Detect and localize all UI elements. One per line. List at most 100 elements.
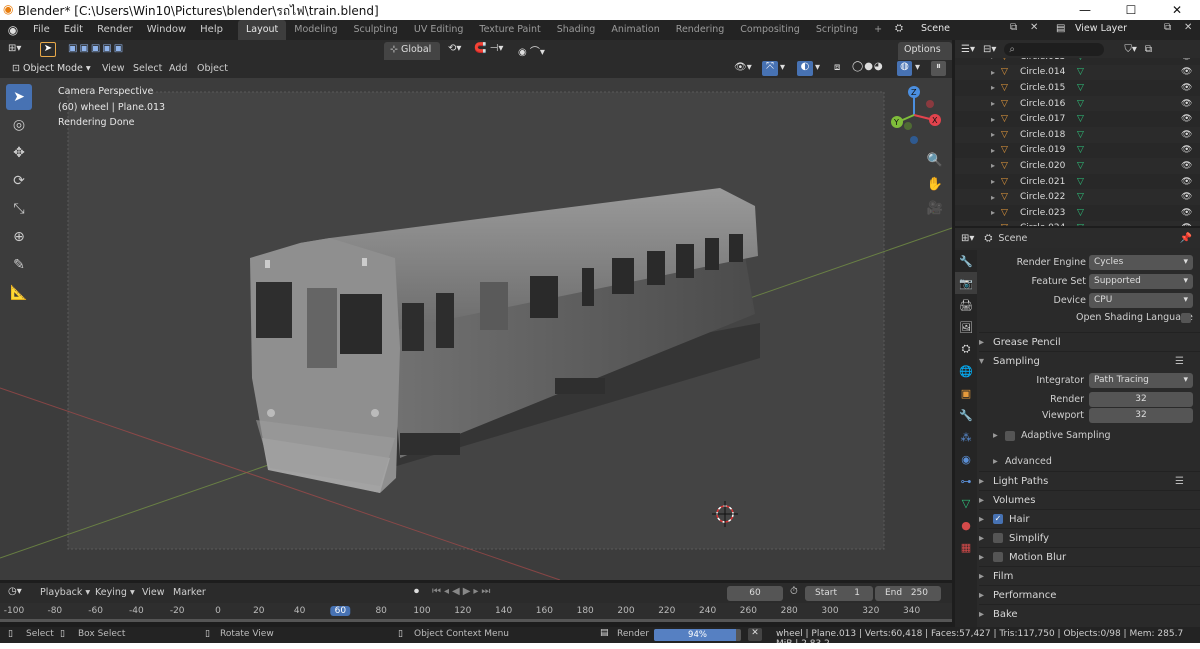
tab-sculpting[interactable]: Sculpting <box>345 20 405 40</box>
new-collection-icon[interactable]: ⧉ <box>1145 44 1152 55</box>
outliner-item[interactable]: ▸ ▽ Circle.013 ▽ 👁 <box>955 58 1200 65</box>
expand-arrow-icon[interactable]: ▸ <box>991 68 995 77</box>
blender-menu-icon[interactable]: ◉ <box>0 23 26 37</box>
outliner-item[interactable]: ▸ ▽ Circle.019 ▽ 👁 <box>955 142 1200 159</box>
properties-editor-icon[interactable]: ⊞▾ <box>961 233 974 244</box>
delete-scene-icon[interactable]: ✕ <box>1030 22 1038 33</box>
stopwatch-icon[interactable]: ⏱ <box>790 586 798 597</box>
eye-icon[interactable]: 👁 <box>1181 130 1192 140</box>
hair-checkbox[interactable]: ✓ <box>993 514 1003 524</box>
display-mode-icon[interactable]: ⊟▾ <box>983 44 996 55</box>
data-tab-icon[interactable]: ▽ <box>955 492 977 514</box>
gizmo-dropdown-icon[interactable]: ▾ <box>780 62 785 73</box>
osl-checkbox[interactable] <box>1181 313 1191 323</box>
outliner-item[interactable]: ▸ ▽ Circle.017 ▽ 👁 <box>955 111 1200 127</box>
eye-icon[interactable]: 👁 <box>1181 177 1192 187</box>
material-tab-icon[interactable]: ● <box>955 514 977 536</box>
timeline-menu-marker[interactable]: Marker <box>173 587 206 598</box>
expand-arrow-icon[interactable]: ▸ <box>991 193 995 202</box>
record-icon[interactable]: ⏺ <box>414 586 419 597</box>
modifier-tab-icon[interactable]: 🔧 <box>955 404 977 426</box>
select-tool-icon[interactable]: ➤ <box>40 42 56 57</box>
transform-tool-icon[interactable]: ⊕ <box>6 224 32 250</box>
sampling-panel[interactable]: ▾ Sampling ☰ <box>979 351 1200 370</box>
presets-icon[interactable]: ☰ <box>1175 356 1184 367</box>
pivot-icon[interactable]: ⟲▾ <box>448 43 461 54</box>
navigation-gizmo[interactable]: Z X Y <box>884 82 948 146</box>
menu-window[interactable]: Window <box>140 20 193 40</box>
rendered-shading-icon[interactable]: ◍ <box>897 61 912 76</box>
outliner-item[interactable]: ▸ ▽ Circle.021 ▽ 👁 <box>955 173 1200 190</box>
xray-icon[interactable]: ⧈ <box>834 62 840 73</box>
tab-uv-editing[interactable]: UV Editing <box>406 20 472 40</box>
advanced-subpanel[interactable]: ▸ Advanced <box>979 452 1200 471</box>
tab-shading[interactable]: Shading <box>549 20 604 40</box>
current-frame-field[interactable]: 60 <box>727 586 783 601</box>
viewport-menu-add[interactable]: Add <box>169 63 187 74</box>
move-tool-icon[interactable]: ✥ <box>6 140 32 166</box>
grease-pencil-panel[interactable]: ▸ Grease Pencil <box>979 332 1200 351</box>
eye-icon[interactable]: 👁 <box>1181 99 1192 109</box>
tab-animation[interactable]: Animation <box>603 20 667 40</box>
bake-panel[interactable]: ▸ Bake <box>979 604 1200 623</box>
tab-modeling[interactable]: Modeling <box>286 20 345 40</box>
film-panel[interactable]: ▸ Film <box>979 566 1200 585</box>
tab-scripting[interactable]: Scripting <box>808 20 866 40</box>
filter-icon[interactable]: ⛉▾ <box>1124 44 1137 55</box>
expand-arrow-icon[interactable]: ▸ <box>991 224 995 226</box>
pin-icon[interactable]: 📌 <box>1180 233 1192 244</box>
zoom-view-icon[interactable]: 🔍 <box>925 150 945 170</box>
camera-view-icon[interactable]: 🎥 <box>925 198 945 218</box>
menu-file[interactable]: File <box>26 20 57 40</box>
outliner-item[interactable]: ▸ ▽ Circle.024 ▽ 👁 <box>955 220 1200 226</box>
simplify-panel[interactable]: ▸ Simplify <box>979 528 1200 547</box>
outliner-item[interactable]: ▸ ▽ Circle.014 ▽ 👁 <box>955 64 1200 81</box>
light-paths-panel[interactable]: ▸ Light Paths ☰ <box>979 471 1200 490</box>
eye-icon[interactable]: 👁 <box>1181 208 1192 218</box>
expand-arrow-icon[interactable]: ▸ <box>991 115 995 124</box>
view-layer-tab-icon[interactable]: 🖼 <box>955 316 977 338</box>
proportional-edit-icon[interactable]: ◉ ⌒▾ <box>518 43 545 58</box>
outliner-search-input[interactable]: ⌕ <box>1004 42 1105 56</box>
overlays-toggle-icon[interactable]: ◐ <box>797 61 813 76</box>
feature-set-dropdown[interactable]: Supported ▾ <box>1089 274 1193 289</box>
texture-tab-icon[interactable]: ▦ <box>955 536 977 558</box>
gizmo-toggle-icon[interactable]: ⤧ <box>762 61 778 76</box>
visibility-icon[interactable]: 👁▾ <box>734 62 752 73</box>
menu-render[interactable]: Render <box>90 20 140 40</box>
expand-arrow-icon[interactable]: ▸ <box>991 58 995 61</box>
hair-panel[interactable]: ▸ ✓ Hair <box>979 509 1200 528</box>
view-layer-selector[interactable]: View Layer <box>1075 23 1127 34</box>
end-frame-field[interactable]: End 250 <box>875 586 941 601</box>
snap-icon[interactable]: 🧲 ⊣▾ <box>474 43 503 54</box>
eye-icon[interactable]: 👁 <box>1181 192 1192 202</box>
world-tab-icon[interactable]: 🌐 <box>955 360 977 382</box>
minimize-icon[interactable]: — <box>1062 0 1108 20</box>
add-workspace-button[interactable]: + <box>866 20 890 40</box>
delete-view-layer-icon[interactable]: ✕ <box>1184 22 1192 33</box>
tool-tab-icon[interactable]: 🔧 <box>955 250 977 272</box>
eye-icon[interactable]: 👁 <box>1181 67 1192 77</box>
tab-texture-paint[interactable]: Texture Paint <box>471 20 548 40</box>
outliner-item[interactable]: ▸ ▽ Circle.022 ▽ 👁 <box>955 189 1200 205</box>
rotate-tool-icon[interactable]: ⟳ <box>6 168 32 194</box>
timeline-scrollbar[interactable] <box>0 619 952 622</box>
cancel-render-icon[interactable]: ✕ <box>748 628 762 641</box>
eye-icon[interactable]: 👁 <box>1181 145 1192 155</box>
eye-icon[interactable]: 👁 <box>1181 58 1192 62</box>
menu-help[interactable]: Help <box>193 20 230 40</box>
menu-edit[interactable]: Edit <box>57 20 90 40</box>
particles-tab-icon[interactable]: ⁂ <box>955 426 977 448</box>
adaptive-sampling-subpanel[interactable]: ▸ Adaptive Sampling <box>993 430 1111 441</box>
integrator-dropdown[interactable]: Path Tracing ▾ <box>1089 373 1193 388</box>
measure-tool-icon[interactable]: 📐 <box>6 280 32 306</box>
tab-compositing[interactable]: Compositing <box>732 20 808 40</box>
new-scene-icon[interactable]: ⧉ <box>1010 22 1017 33</box>
timeline-menu-view[interactable]: View <box>142 587 165 598</box>
volumes-panel[interactable]: ▸ Volumes <box>979 490 1200 509</box>
overlays-dropdown-icon[interactable]: ▾ <box>815 62 820 73</box>
outliner-item[interactable]: ▸ ▽ Circle.016 ▽ 👁 <box>955 95 1200 112</box>
maximize-icon[interactable]: ☐ <box>1108 0 1154 20</box>
outliner-item[interactable]: ▸ ▽ Circle.020 ▽ 👁 <box>955 158 1200 174</box>
motion-blur-checkbox[interactable] <box>993 552 1003 562</box>
